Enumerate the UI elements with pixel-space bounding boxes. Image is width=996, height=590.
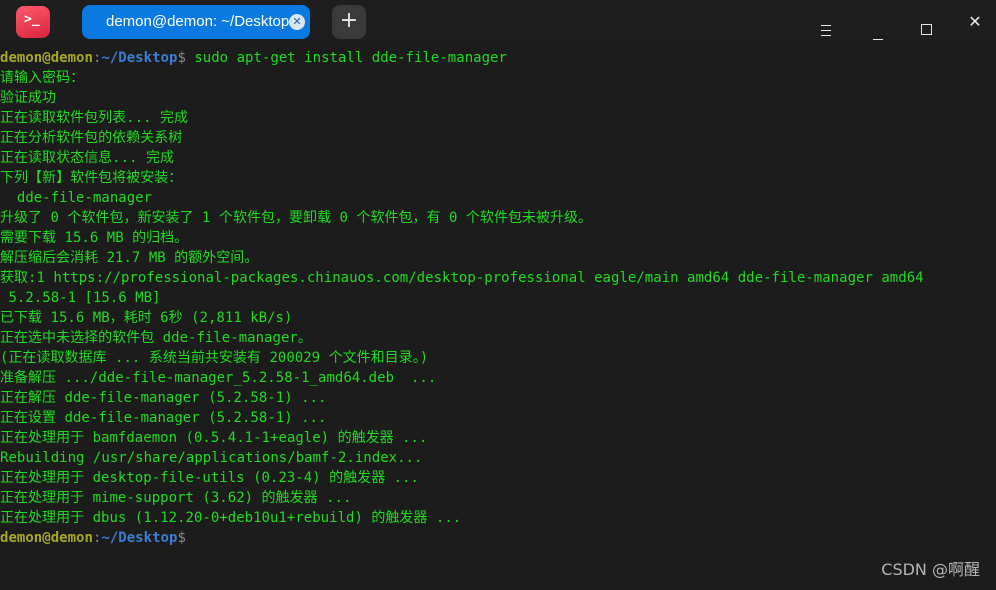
terminal-icon[interactable]: >_ (16, 6, 50, 38)
output-line: dde-file-manager (0, 190, 153, 206)
output-line: 正在解压 dde-file-manager (5.2.58-1) ... (0, 390, 327, 406)
output-block: 请输入密码： 验证成功 正在读取软件包列表... 完成 正在分析软件包的依赖关系树 正在… (0, 68, 996, 528)
output-line: (正在读取数据库 ... 系统当前共安装有 200029 个文件和目录。) (0, 350, 429, 366)
prompt-line-current: demon@demon:~/Desktop$ (0, 528, 996, 548)
output-line: 正在读取软件包列表... 完成 (0, 110, 189, 126)
output-line: 升级了 0 个软件包，新安装了 1 个软件包，要卸载 0 个软件包，有 0 个软… (0, 210, 593, 226)
window-close-icon[interactable]: ✕ (961, 8, 989, 36)
prompt-user: demon@demon (0, 50, 93, 66)
output-line: 需要下载 15.6 MB 的归档。 (0, 230, 189, 246)
output-line: Rebuilding /usr/share/applications/bamf-… (0, 450, 423, 466)
terminal-window: >_ demon@demon: ~/Desktop ✕ + ✕ demon@de… (0, 0, 996, 590)
tab-terminal[interactable]: demon@demon: ~/Desktop ✕ (82, 5, 310, 39)
output-line: 准备解压 .../dde-file-manager_5.2.58-1_amd64… (0, 370, 437, 386)
output-line: 请输入密码： (0, 70, 85, 86)
output-line: 获取:1 https://professional-packages.china… (0, 270, 924, 286)
output-line: 下列【新】软件包将被安装： (0, 170, 183, 186)
new-tab-button[interactable]: + (332, 5, 366, 39)
output-line: 正在选中未选择的软件包 dde-file-manager。 (0, 330, 312, 346)
text-cursor (186, 529, 194, 545)
output-line: 已下载 15.6 MB，耗时 6秒 (2,811 kB/s) (0, 310, 293, 326)
terminal-output[interactable]: demon@demon:~/Desktop$ sudo apt-get inst… (0, 48, 996, 590)
output-line: 正在设置 dde-file-manager (5.2.58-1) ... (0, 410, 327, 426)
output-line: 正在分析软件包的依赖关系树 (0, 130, 183, 146)
prompt-dollar: $ (177, 530, 186, 546)
output-line: 正在处理用于 mime-support (3.62) 的触发器 ... (0, 490, 352, 506)
tab-title: demon@demon: ~/Desktop (106, 13, 290, 30)
output-line: 5.2.58-1 [15.6 MB] (0, 290, 161, 306)
output-line: 正在读取状态信息... 完成 (0, 150, 174, 166)
prompt-user: demon@demon (0, 530, 93, 546)
title-bar: >_ demon@demon: ~/Desktop ✕ + ✕ (0, 0, 996, 46)
maximize-icon[interactable] (912, 8, 940, 36)
prompt-path: ~/Desktop (101, 50, 178, 66)
output-line: 正在处理用于 bamfdaemon (0.5.4.1-1+eagle) 的触发器… (0, 430, 428, 446)
output-line: 验证成功 (0, 90, 57, 106)
menu-icon[interactable] (812, 8, 840, 36)
output-line: 正在处理用于 dbus (1.12.20-0+deb10u1+rebuild) … (0, 510, 462, 526)
output-line: 正在处理用于 desktop-file-utils (0.23-4) 的触发器 … (0, 470, 420, 486)
command-text: sudo apt-get install dde-file-manager (185, 50, 507, 66)
output-line: 解压缩后会消耗 21.7 MB 的额外空间。 (0, 250, 259, 266)
close-icon[interactable]: ✕ (289, 14, 305, 30)
prompt-path: ~/Desktop (101, 530, 178, 546)
prompt-line: demon@demon:~/Desktop$ sudo apt-get inst… (0, 48, 996, 68)
minimize-icon[interactable] (864, 8, 892, 40)
prompt-dollar: $ (177, 50, 186, 66)
watermark: CSDN @啊醒 (881, 560, 980, 579)
